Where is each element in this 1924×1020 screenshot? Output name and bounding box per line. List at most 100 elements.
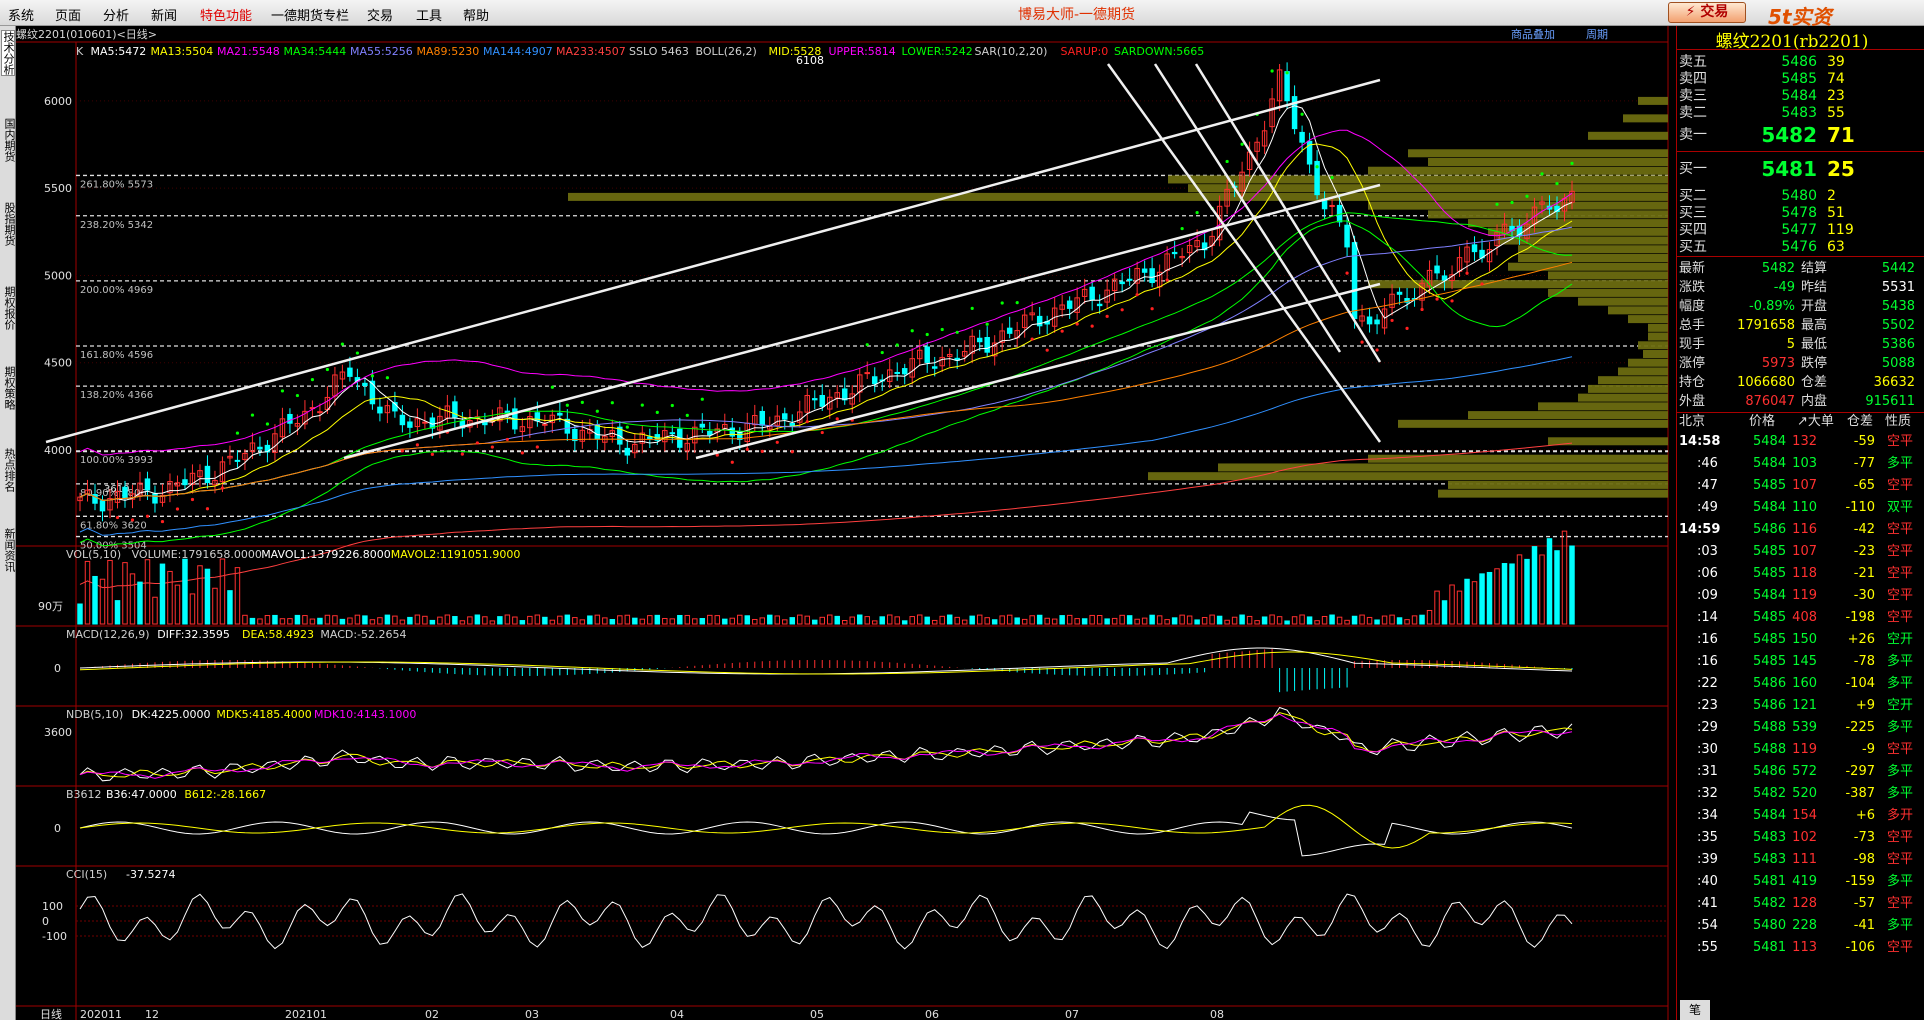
left-tab-2[interactable]: 股指期货 [1,202,16,246]
menu-item-1[interactable]: 页面 [55,5,81,24]
tick-tab[interactable]: 笔 [1680,1000,1710,1020]
ma-legend-12: UPPER:5814 [829,45,896,58]
volume-bar [834,615,840,625]
bid-row-4: 买四 5477 119 [1677,221,1924,239]
stat-label: 最新 [1679,261,1706,276]
candle-body [1344,224,1350,248]
volume-profile-bar [1598,376,1668,385]
candle-body [759,410,766,426]
candle-body [669,432,676,435]
sar-dot [1000,301,1004,305]
cci-tick: 100 [42,900,63,913]
trade-oi-change: -297 [1845,764,1875,779]
menu-item-8[interactable]: 帮助 [463,5,489,24]
ma-legend-9: SSLO 5463 [629,45,689,58]
left-tab-5[interactable]: 热点排名 [1,448,16,492]
trade-time: :49 [1697,500,1718,515]
volume-profile-bar [1643,350,1668,358]
left-tab-4[interactable]: 期权策略 [1,366,16,410]
quote-panel: 螺纹2201(rb2201) 卖五 5486 39 卖四 5485 74 卖三 5484 23 卖… [1676,26,1924,1020]
stat-label: 幅度 [1679,299,1706,314]
ask-row-3: 卖三 5484 23 [1677,87,1924,105]
trade-row: :29 5488 539 -225 多平 [1677,717,1924,739]
trade-time: :32 [1697,786,1718,801]
candle-body [407,421,413,428]
trade-nature: 空平 [1887,742,1914,757]
trade-button[interactable]: ⚡ 交易 [1668,2,1746,23]
sar-dot [370,374,375,378]
menu-item-2[interactable]: 分析 [103,5,129,24]
kline-chart[interactable]: 螺纹2201(010601)<日线> 商品叠加 周期 K MA5:5472 MA13:55… [16,26,1676,1020]
candle-body [377,406,383,414]
sar-dot [460,452,464,456]
trade-header-4: 性质 [1885,414,1912,429]
trade-header-3: 仓差 [1847,414,1874,429]
candle-body [894,371,900,374]
trade-volume: 103 [1792,456,1817,471]
stat-label: 外盘 [1679,394,1706,409]
fib-label: 161.80% 4596 [80,350,153,361]
trade-row: :46 5484 103 -77 多平 [1677,453,1924,475]
trade-time: 14:59 [1679,522,1721,537]
volume-bar [1569,545,1575,625]
left-tab-6[interactable]: 新闻资讯 [1,528,16,572]
sar-dot [1045,348,1049,352]
trade-header-1: 价格 [1749,414,1776,429]
menu-item-5[interactable]: 一德期货专栏 [271,5,349,24]
candle-body [647,436,653,440]
volume-profile-bar [1623,114,1668,123]
candle-body [924,346,930,363]
sar-dot [550,385,554,389]
ask-label: 卖五 [1679,54,1707,70]
sar-dot [355,351,360,355]
ask-price: 5482 [1761,123,1817,147]
x-tick-0: 日线 [40,1007,62,1020]
menu-item-7[interactable]: 工具 [416,5,442,24]
trade-row: :40 5481 419 -159 多平 [1677,871,1924,893]
x-tick-5: 03 [525,1008,539,1020]
sar-dot [310,378,315,382]
sar-dot [1525,194,1529,198]
sar-dot [265,422,270,426]
volume-bar [294,614,301,625]
trade-time: :03 [1697,544,1718,559]
left-tab-0[interactable]: 技术分析 [1,30,15,76]
volume-profile-bar [1408,149,1668,158]
trade-oi-change: -23 [1853,544,1875,559]
trade-row: :16 5485 145 -78 多平 [1677,651,1924,673]
candle-body [99,500,106,512]
stat-label: 总手 [1679,318,1706,333]
menu-item-4[interactable]: 特色功能 [200,5,252,24]
trade-volume: 113 [1792,940,1817,955]
vol-legend-2: MAVOL1:1379226.8000 [261,548,391,561]
candle-body [1171,251,1178,255]
volume-bar [1014,617,1020,625]
volume-bar [1486,571,1493,625]
trade-row: :06 5485 118 -21 空平 [1677,563,1924,585]
sar-dot [175,507,180,511]
bid-volume: 51 [1827,205,1845,221]
candle-body [557,412,563,416]
bid-row-1: 买一 5481 25 [1677,155,1924,183]
candle-body [1096,303,1103,307]
ma-legend-4: MA34:5444 [284,45,347,58]
trade-volume: 154 [1792,808,1817,823]
left-tab-3[interactable]: 期权报价 [1,286,16,330]
trade-nature: 空平 [1887,522,1914,537]
price-tick: 4000 [44,444,72,457]
volume-bar [722,618,728,625]
ndb-legend-0: NDB(5,10) [66,708,123,721]
candle-body [1066,300,1073,309]
menu-item-3[interactable]: 新闻 [151,5,177,24]
menu-item-0[interactable]: 系统 [8,5,34,24]
volume-profile-bar [1588,131,1668,140]
sar-dot [700,397,704,401]
trade-volume: 107 [1792,544,1817,559]
left-tab-1[interactable]: 国内期货 [1,118,16,162]
trade-oi-change: -106 [1845,940,1875,955]
stat-value: 5442 [1881,261,1915,276]
trade-oi-change: +6 [1855,808,1875,823]
ask-volume: 55 [1827,105,1845,121]
ask-label: 卖二 [1679,105,1707,121]
menu-item-6[interactable]: 交易 [367,5,393,24]
